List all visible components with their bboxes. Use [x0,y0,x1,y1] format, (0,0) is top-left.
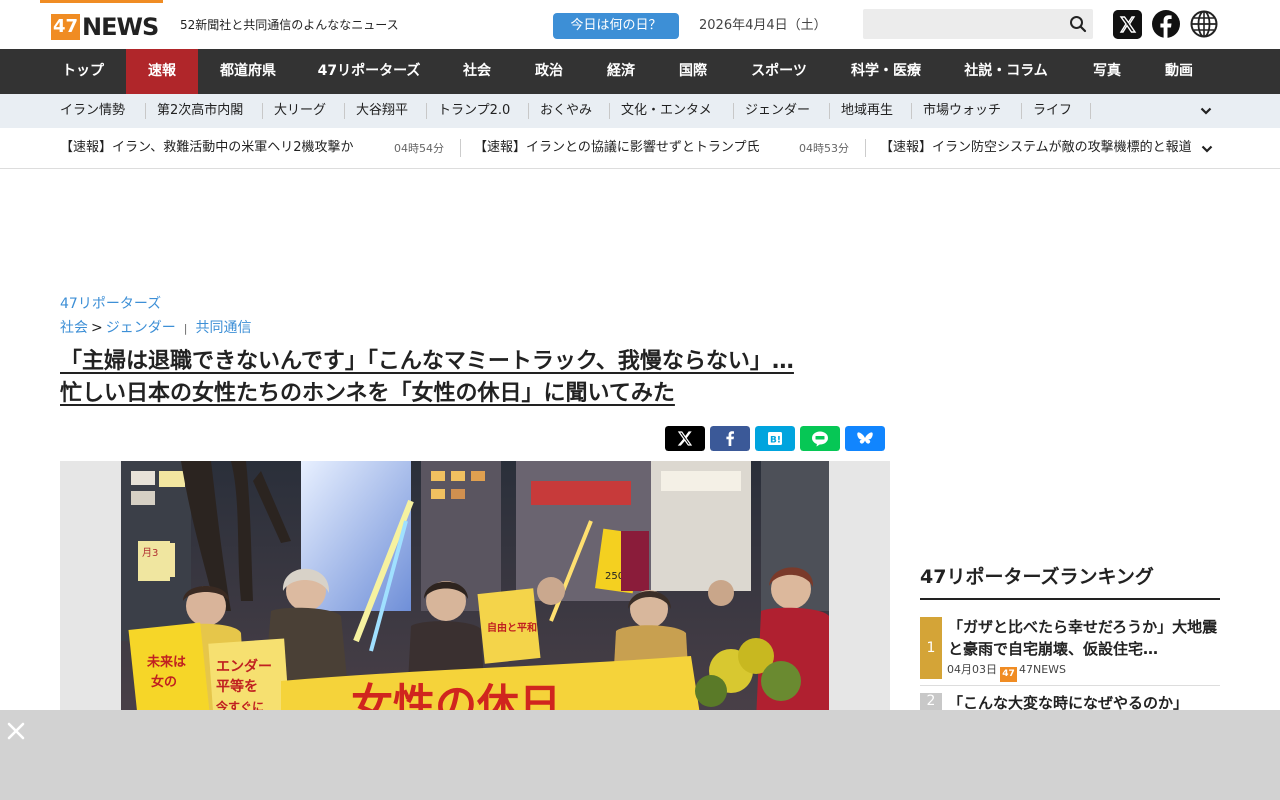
nav-item-breaking[interactable]: 速報 [126,49,198,94]
breadcrumb-separator: > [91,320,103,336]
topic-item-obituaries[interactable]: おくやみ [540,94,592,128]
topic-divider [1090,103,1091,119]
ranking-divider [920,685,1220,686]
search-input[interactable] [863,9,1093,39]
chevron-down-icon[interactable] [1200,142,1214,156]
topic-divider [528,103,529,119]
close-icon[interactable] [5,720,27,742]
nav-item-international[interactable]: 国際 [658,49,728,94]
article-photo[interactable]: 月3 250 未来は 女の エンダー 平等を 今すぐに 自由と平和 女性の休日 [121,461,829,710]
photo-sign-text: 平等を [216,678,258,695]
ticker-divider [865,139,866,157]
globe-icon[interactable] [1190,10,1218,38]
article-source[interactable]: 共同通信 [195,320,251,336]
nav-item-editorial[interactable]: 社説・コラム [942,49,1070,94]
ranking-item-title[interactable]: 「こんな大変な時になぜやるのか」 [948,692,1218,710]
breadcrumb: 社会 > ジェンダー | 共同通信 [60,319,251,338]
main-nav: トップ 速報 都道府県 47リポーターズ 社会 政治 経済 国際 スポーツ 科学… [0,49,1280,94]
ranking-title: 47リポーターズランキング [920,566,1154,588]
nav-item-economy[interactable]: 経済 [584,49,658,94]
breadcrumb-item[interactable]: 社会 [60,320,88,336]
ranking-title-underline [920,598,1220,600]
topic-item-cabinet[interactable]: 第2次高市内閣 [157,94,243,128]
article-photo-frame: 月3 250 未来は 女の エンダー 平等を 今すぐに 自由と平和 女性の休日 [60,461,890,710]
nav-item-politics[interactable]: 政治 [514,49,584,94]
topic-divider [145,103,146,119]
headline-line: 忙しい日本の女性たちのホンネを「女性の休日」に聞いてみた [60,381,675,406]
photo-sign-text: 未来は [146,654,186,670]
photo-sign-text: 月3 [142,547,158,559]
topic-divider [344,103,345,119]
nav-item-photos[interactable]: 写真 [1070,49,1144,94]
photo-sign-text: 自由と平和 [487,621,537,634]
topic-item-gender[interactable]: ジェンダー [745,94,810,128]
current-date: 2026年4月4日（土） [699,18,827,33]
ranking-item-title[interactable]: 「ガザと比べたら幸せだろうか」大地震と豪雨で自宅崩壊、仮設住宅… [948,616,1218,660]
share-hatena-button[interactable]: B! [755,426,795,451]
site-logo[interactable]: 47 NEWS [40,0,163,44]
topic-item-life[interactable]: ライフ [1033,94,1072,128]
topic-item-trump[interactable]: トランプ2.0 [438,94,510,128]
photo-sign-text: 今すぐに [215,699,264,710]
topic-nav: イラン情勢 第2次高市内閣 大リーグ 大谷翔平 トランプ2.0 おくやみ 文化・… [0,94,1280,128]
topic-divider [1021,103,1022,119]
article-headline: 「主婦は退職できないんです」「こんなマミートラック、我慢ならない」… 忙しい日本… [60,346,910,410]
topic-divider [262,103,263,119]
article-category[interactable]: 47リポーターズ [60,295,161,313]
nav-item-47reporters[interactable]: 47リポーターズ [298,49,440,94]
ranking-item-meta: 04月03日 47 47NEWS [947,662,1066,682]
topic-item-market[interactable]: 市場ウォッチ [923,94,1001,128]
topic-item-culture[interactable]: 文化・エンタメ [621,94,712,128]
topic-item-ohtani[interactable]: 大谷翔平 [356,94,408,128]
topic-item-regional[interactable]: 地域再生 [841,94,893,128]
ticker-headline[interactable]: 【速報】イラン防空システムが敵の攻撃機標的と報道 [880,139,1192,157]
breaking-news-ticker: 【速報】イラン、救難活動中の米軍ヘリ2機攻撃か 04時54分 【速報】イランとの… [0,128,1280,169]
ranking-number: 1 [920,617,942,679]
topic-divider [609,103,610,119]
headline-line: 「主婦は退職できないんです」「こんなマミートラック、我慢ならない」… [60,349,794,374]
topic-item-mlb[interactable]: 大リーグ [274,94,326,128]
topic-item-iran[interactable]: イラン情勢 [60,94,125,128]
logo-number: 47 [51,14,80,40]
ticker-time: 04時54分 [394,142,444,155]
photo-sign-text: 女の [151,674,177,690]
ticker-headline[interactable]: 【速報】イランとの協議に影響せずとトランプ氏 [474,139,759,157]
share-facebook-button[interactable] [710,426,750,451]
nav-item-sports[interactable]: スポーツ [728,49,830,94]
svg-text:B!: B! [770,436,781,446]
share-line-button[interactable] [800,426,840,451]
ranking-number: 2 [920,693,942,710]
breadcrumb-item[interactable]: ジェンダー [106,320,176,336]
ticker-headline[interactable]: 【速報】イラン、救難活動中の米軍ヘリ2機攻撃か [60,139,354,157]
breadcrumb-divider: | [183,322,188,335]
search-icon[interactable] [1068,14,1088,34]
nav-item-prefectures[interactable]: 都道府県 [198,49,298,94]
ticker-divider [460,139,461,157]
ticker-time: 04時53分 [799,142,849,155]
photo-banner-text: 女性の休日 [351,680,561,710]
nav-item-top[interactable]: トップ [40,49,126,94]
today-in-history-button[interactable]: 今日は何の日？ [553,13,679,39]
site-header: 47 NEWS 52新聞社と共同通信のよんななニュース 今日は何の日？ 2026… [0,0,1280,49]
nav-item-society[interactable]: 社会 [440,49,514,94]
nav-item-videos[interactable]: 動画 [1144,49,1214,94]
facebook-icon[interactable] [1152,10,1180,38]
bottom-ad-overlay [0,710,1280,800]
ranking-item-source: 47NEWS [1019,663,1067,676]
topic-divider [733,103,734,119]
nav-item-science[interactable]: 科学・医療 [830,49,942,94]
site-tagline: 52新聞社と共同通信のよんななニュース [180,18,399,32]
ranking-item-date: 04月03日 [947,663,997,676]
chevron-down-icon[interactable] [1199,104,1213,118]
topic-divider [426,103,427,119]
source-badge-icon: 47 [1000,667,1017,682]
topic-divider [911,103,912,119]
photo-sign-text: エンダー [216,658,272,675]
logo-word: NEWS [82,13,159,41]
x-icon[interactable] [1113,10,1142,39]
share-x-button[interactable] [665,426,705,451]
share-bluesky-button[interactable] [845,426,885,451]
ticker-clip: 【速報】イラン防空システムが敵の攻撃機標的と報道 [880,128,1196,168]
topic-divider [829,103,830,119]
